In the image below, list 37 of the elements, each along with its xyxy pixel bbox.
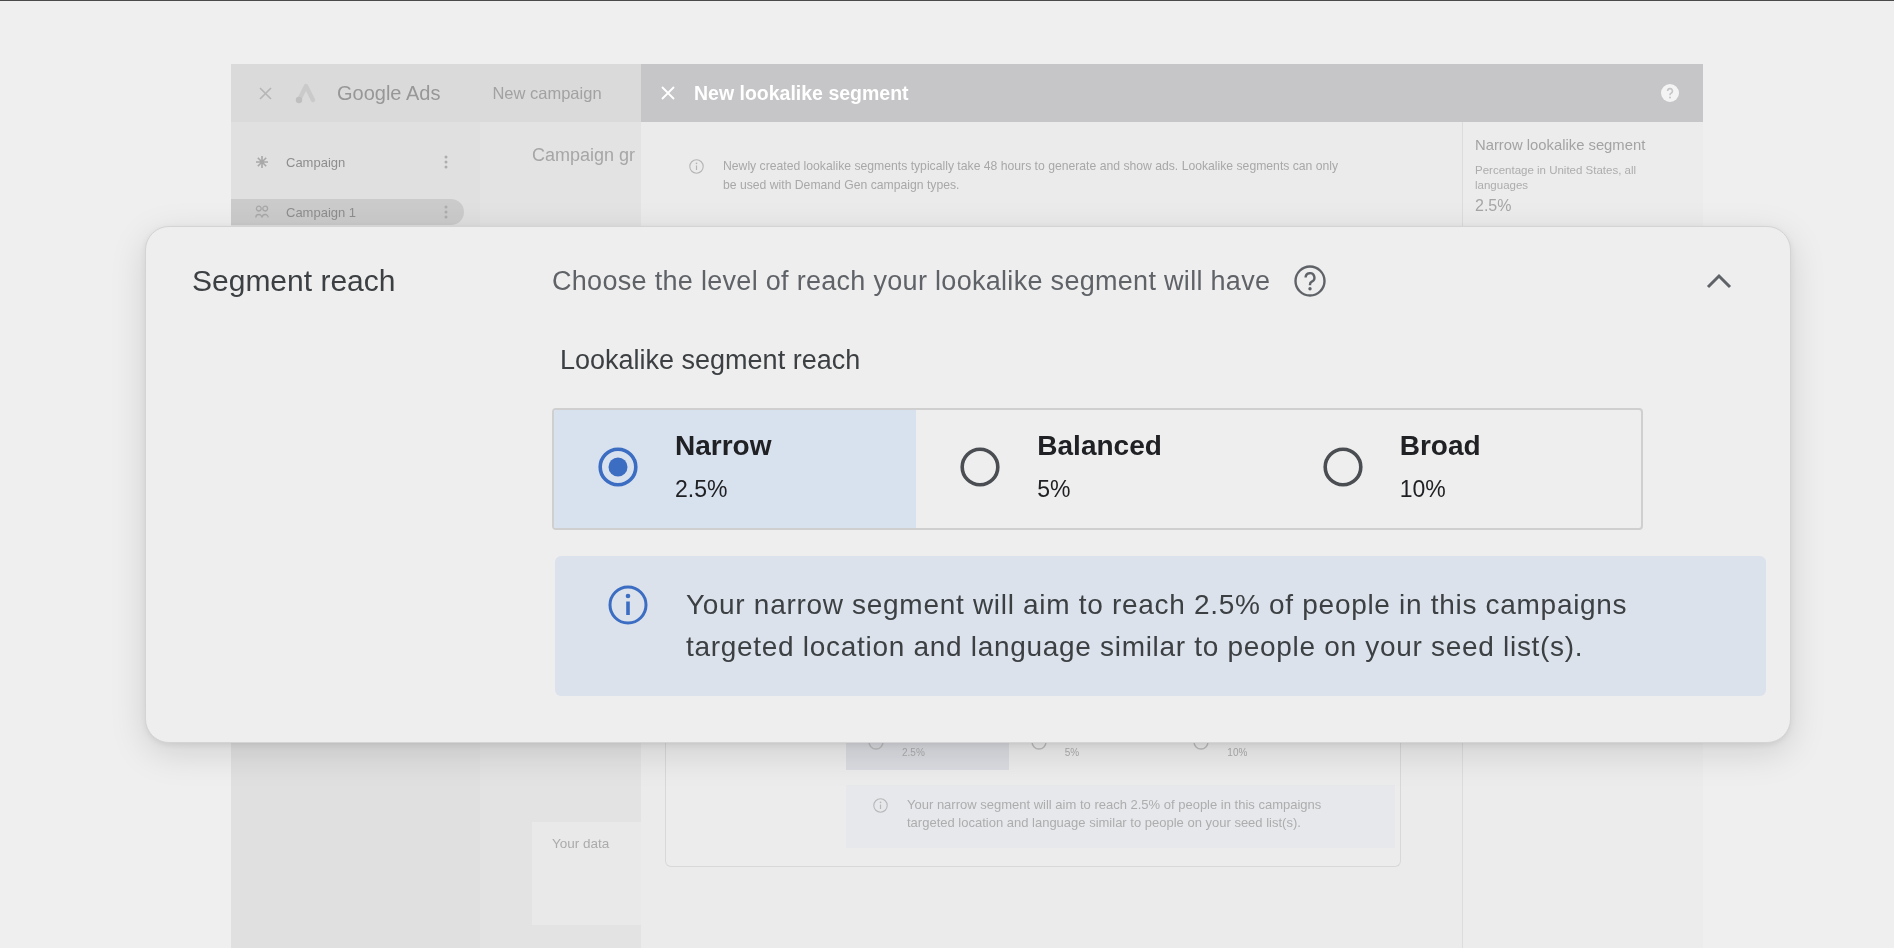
radio-icon	[1322, 446, 1363, 487]
more-icon[interactable]	[444, 155, 448, 169]
radio-icon	[1030, 742, 1047, 750]
summary-title: Narrow lookalike segment	[1475, 136, 1646, 154]
summary-subtitle: Percentage in United States, all languages	[1475, 163, 1638, 193]
info-text: Your narrow segment will aim to reach 2.5% of people in this campaigns targeted location and language similar to people on your seed list(s).	[907, 796, 1323, 832]
page-title: New campaign	[492, 83, 602, 103]
radio-option[interactable]: 5%	[1008, 742, 1172, 770]
radio-selected-icon	[598, 446, 638, 487]
radio-icon	[960, 446, 1001, 487]
field-label: Lookalike segment reach	[560, 345, 861, 375]
notice-text: Newly created lookalike segments typically take 48 hours to generate and show ads. Lookalike segments can only be used with Demand Gen campaign types.	[723, 158, 1340, 194]
people-icon	[255, 205, 269, 219]
info-icon	[689, 159, 704, 174]
radio-icon	[1193, 742, 1210, 750]
close-icon[interactable]	[259, 86, 272, 100]
product-name: Google Ads	[337, 81, 441, 105]
radio-icon	[868, 742, 884, 750]
radio-option[interactable]: Balanced 5%	[916, 410, 1279, 528]
logo-icon	[295, 82, 317, 104]
sidebar-item[interactable]: Campaign	[231, 149, 464, 175]
summary-value: 2.5%	[1475, 196, 1512, 216]
dialog-title: New lookalike segment	[694, 81, 909, 105]
info-text: Your narrow segment will aim to reach 2.5% of people in this campaigns targeted location and language similar to people on your seed list(s).	[686, 588, 1629, 664]
help-icon[interactable]	[1294, 265, 1327, 297]
section-title: Segment reach	[192, 264, 397, 298]
section-heading: Campaign gr	[532, 144, 637, 166]
radio-option[interactable]: Narrow 2.5%	[554, 410, 917, 528]
radio-option[interactable]: 10%	[1171, 742, 1334, 770]
chevron-up-icon[interactable]	[1706, 273, 1732, 289]
panel-label: Your data	[552, 836, 610, 851]
section-description: Choose the level of reach your lookalike segment will have	[552, 265, 1271, 297]
sidebar-item[interactable]: Campaign 1	[231, 199, 464, 225]
radio-option[interactable]: Broad 10%	[1278, 410, 1641, 528]
info-icon	[608, 585, 648, 625]
info-icon	[873, 798, 888, 813]
asterisk-icon	[255, 155, 269, 169]
